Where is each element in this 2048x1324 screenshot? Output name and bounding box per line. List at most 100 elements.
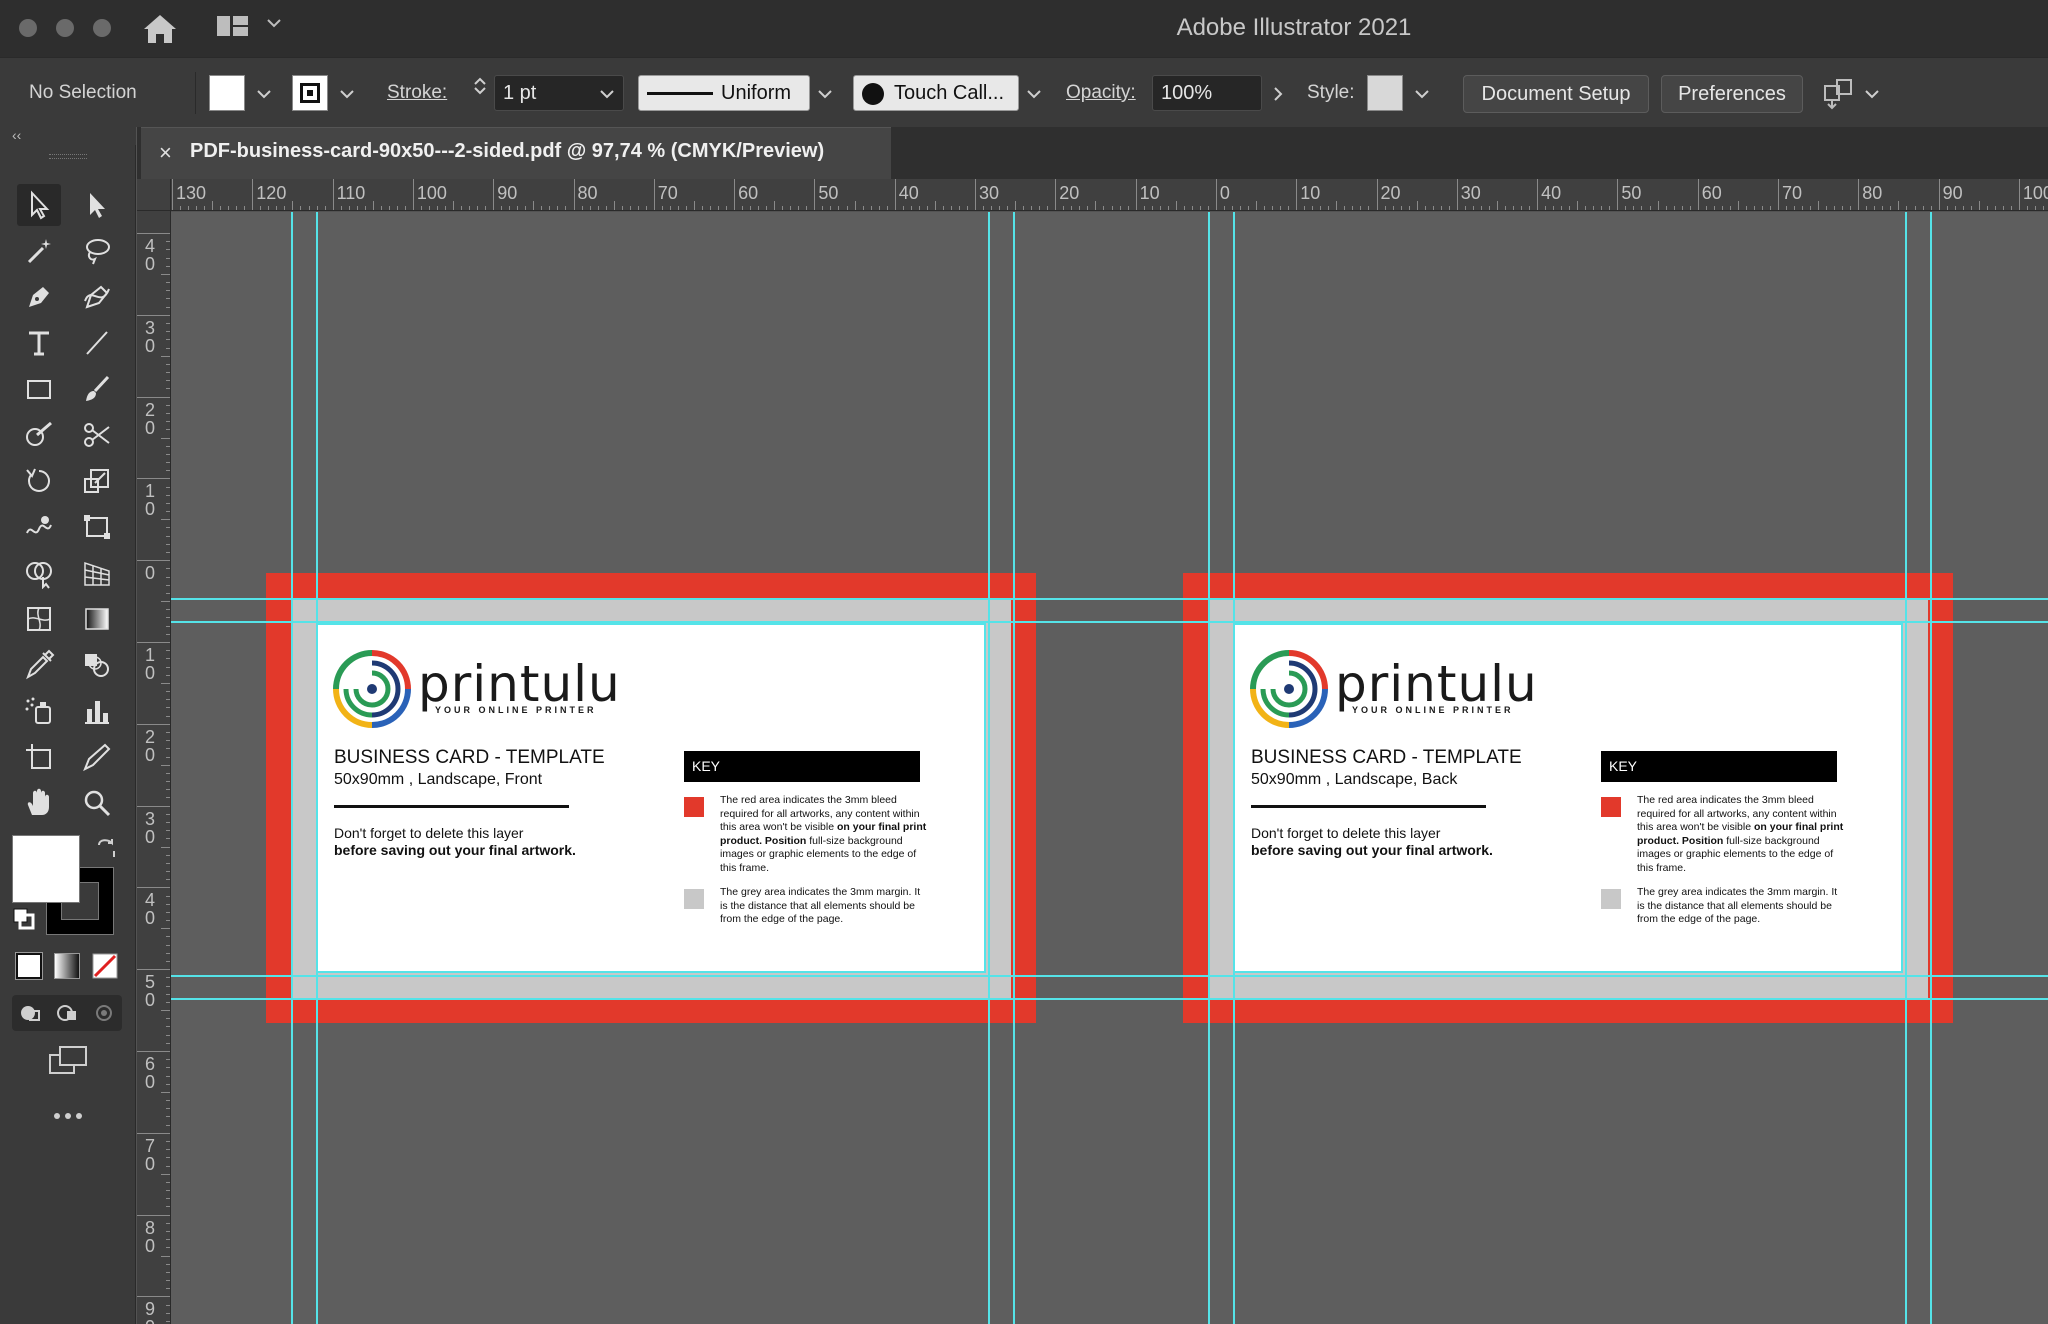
mesh-tool[interactable]	[17, 598, 61, 640]
ruler-label: 110	[336, 183, 366, 203]
document-setup-button[interactable]: Document Setup	[1463, 75, 1649, 113]
vertical-guide[interactable]	[316, 212, 318, 1324]
brush-definition-dropdown[interactable]: Touch Call...	[853, 75, 1019, 111]
edit-toolbar-more-icon[interactable]	[52, 1109, 84, 1123]
vertical-guide[interactable]	[1013, 212, 1015, 1324]
ruler-minor-tick	[1705, 206, 1707, 210]
chevron-down-icon[interactable]	[1862, 84, 1882, 104]
direct-selection-tool[interactable]	[75, 184, 119, 226]
curvature-tool[interactable]	[75, 276, 119, 318]
chevron-right-icon[interactable]	[1268, 84, 1288, 104]
close-tab-icon[interactable]: ×	[159, 140, 172, 166]
scale-tool[interactable]	[75, 460, 119, 502]
pen-tool[interactable]	[17, 276, 61, 318]
variable-width-profile-dropdown[interactable]: Uniform	[638, 75, 810, 111]
hand-tool[interactable]	[17, 782, 61, 824]
ruler-minor-tick	[1657, 201, 1659, 210]
collapse-panel-button[interactable]: ‹‹	[0, 127, 136, 145]
vertical-ruler[interactable]: 4 0 3 0 2 0 1 0 0 1 0 2 0 3 0 4 0 5 0 6 0 7 0 8 0 9 0	[137, 211, 171, 1324]
ruler-minor-tick	[292, 201, 294, 210]
stroke-weight-stepper-icon[interactable]	[470, 76, 490, 96]
perspective-grid-tool[interactable]	[75, 552, 119, 594]
ruler-minor-tick	[1344, 206, 1346, 210]
rectangle-tool[interactable]	[17, 368, 61, 410]
ruler-minor-tick	[918, 206, 920, 210]
fill-color-box[interactable]	[12, 835, 80, 903]
preferences-button[interactable]: Preferences	[1661, 75, 1803, 113]
vertical-guide[interactable]	[988, 212, 990, 1324]
selection-tool[interactable]	[17, 184, 61, 226]
artboard-tool[interactable]	[17, 736, 61, 778]
lasso-tool[interactable]	[75, 230, 119, 272]
chevron-down-icon[interactable]	[597, 84, 617, 104]
vertical-guide[interactable]	[1208, 212, 1210, 1324]
none-mode-button[interactable]	[92, 953, 118, 979]
ruler-major-tick	[1537, 179, 1539, 210]
blend-tool[interactable]	[75, 644, 119, 686]
opacity-field[interactable]: 100%	[1152, 75, 1262, 111]
symbol-sprayer-icon	[25, 697, 51, 724]
ruler-minor-tick	[1866, 206, 1868, 210]
line-segment-tool[interactable]	[75, 322, 119, 364]
vertical-guide[interactable]	[1930, 212, 1932, 1324]
chevron-down-icon[interactable]	[1024, 84, 1044, 104]
vertical-guide[interactable]	[1233, 212, 1235, 1324]
ruler-origin[interactable]	[137, 179, 171, 211]
slice-tool[interactable]	[75, 736, 119, 778]
draw-behind-icon[interactable]	[55, 1001, 79, 1025]
free-transform-tool[interactable]	[75, 506, 119, 548]
stroke-label[interactable]: Stroke:	[387, 82, 447, 104]
chevron-down-icon[interactable]	[337, 84, 357, 104]
shaper-tool[interactable]	[17, 414, 61, 456]
ruler-minor-tick	[1472, 206, 1474, 210]
artboard-back[interactable]: printulu YOUR ONLINE PRINTER BUSINESS CA…	[1183, 573, 1953, 1023]
panel-grip[interactable]	[49, 154, 87, 159]
column-graph-tool[interactable]	[75, 690, 119, 732]
ruler-minor-tick	[621, 206, 623, 210]
ruler-minor-tick	[1529, 206, 1531, 210]
ruler-minor-tick	[1095, 201, 1097, 210]
chevron-down-icon[interactable]	[1412, 84, 1432, 104]
gradient-tool[interactable]	[75, 598, 119, 640]
eyedropper-tool[interactable]	[17, 644, 61, 686]
draw-inside-icon[interactable]	[92, 1001, 116, 1025]
ruler-minor-tick	[180, 206, 182, 210]
gradient-mode-button[interactable]	[54, 953, 80, 979]
default-fill-stroke-icon[interactable]	[12, 907, 36, 931]
horizontal-guide[interactable]	[171, 598, 2048, 600]
ruler-minor-tick	[1248, 206, 1250, 210]
swap-fill-stroke-icon[interactable]	[94, 835, 120, 861]
artboard-front[interactable]: printulu YOUR ONLINE PRINTER BUSINESS CA…	[266, 573, 1036, 1023]
color-mode-button[interactable]	[15, 952, 43, 980]
shape-builder-tool[interactable]	[17, 552, 61, 594]
zoom-tool[interactable]	[75, 782, 119, 824]
rotate-tool[interactable]	[17, 460, 61, 502]
chevron-down-icon[interactable]	[815, 84, 835, 104]
ruler-minor-tick	[161, 437, 170, 439]
horizontal-ruler[interactable]: 130 120 110 100 90 80 70 60 50 40 30 20 10 0 10 20 30 40 5…	[137, 179, 2048, 211]
ruler-minor-tick	[2010, 206, 2012, 210]
change-screen-mode-icon[interactable]	[46, 1043, 90, 1077]
vertical-guide[interactable]	[1905, 212, 1907, 1324]
ruler-label: 80	[1862, 183, 1883, 203]
symbol-sprayer-tool[interactable]	[17, 690, 61, 732]
opacity-label[interactable]: Opacity:	[1066, 82, 1136, 104]
type-tool[interactable]	[17, 322, 61, 364]
fill-swatch[interactable]	[209, 75, 245, 111]
stroke-swatch[interactable]	[292, 75, 328, 111]
draw-normal-icon[interactable]	[18, 1001, 42, 1025]
chevron-down-icon[interactable]	[254, 84, 274, 104]
ruler-minor-tick	[161, 1255, 170, 1257]
document-tab[interactable]: × PDF-business-card-90x50---2-sided.pdf …	[141, 127, 891, 179]
artboard-canvas[interactable]: printulu YOUR ONLINE PRINTER BUSINESS CA…	[171, 212, 2048, 1324]
scissors-tool[interactable]	[75, 414, 119, 456]
horizontal-guide[interactable]	[171, 998, 2048, 1000]
paintbrush-tool[interactable]	[75, 368, 119, 410]
warp-tool[interactable]	[17, 506, 61, 548]
horizontal-guide[interactable]	[171, 621, 2048, 623]
horizontal-guide[interactable]	[171, 975, 2048, 977]
magic-wand-tool[interactable]	[17, 230, 61, 272]
arrange-documents-icon[interactable]	[1822, 74, 1856, 110]
vertical-guide[interactable]	[291, 212, 293, 1324]
graphic-style-swatch[interactable]	[1367, 75, 1403, 111]
